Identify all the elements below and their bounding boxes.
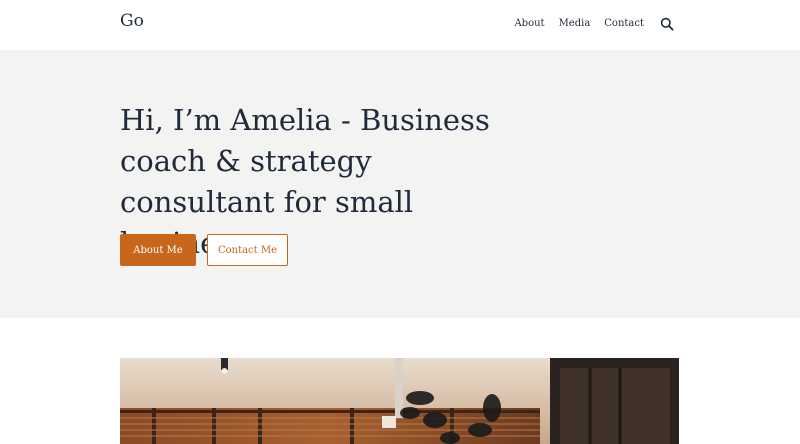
nav-link-contact[interactable]: Contact [604, 18, 644, 29]
search-icon[interactable] [660, 16, 674, 31]
nav-link-media[interactable]: Media [559, 18, 591, 29]
contact-me-button[interactable]: Contact Me [207, 234, 288, 266]
office-photo [120, 358, 679, 444]
nav-link-about[interactable]: About [514, 18, 544, 29]
site-logo[interactable]: Go [120, 11, 144, 31]
main-nav: About Media Contact [500, 16, 674, 31]
about-me-button[interactable]: About Me [120, 234, 196, 266]
hero-section: Hi, I’m Amelia - Business coach & strate… [0, 50, 800, 318]
site-header: Go About Media Contact [0, 0, 800, 50]
